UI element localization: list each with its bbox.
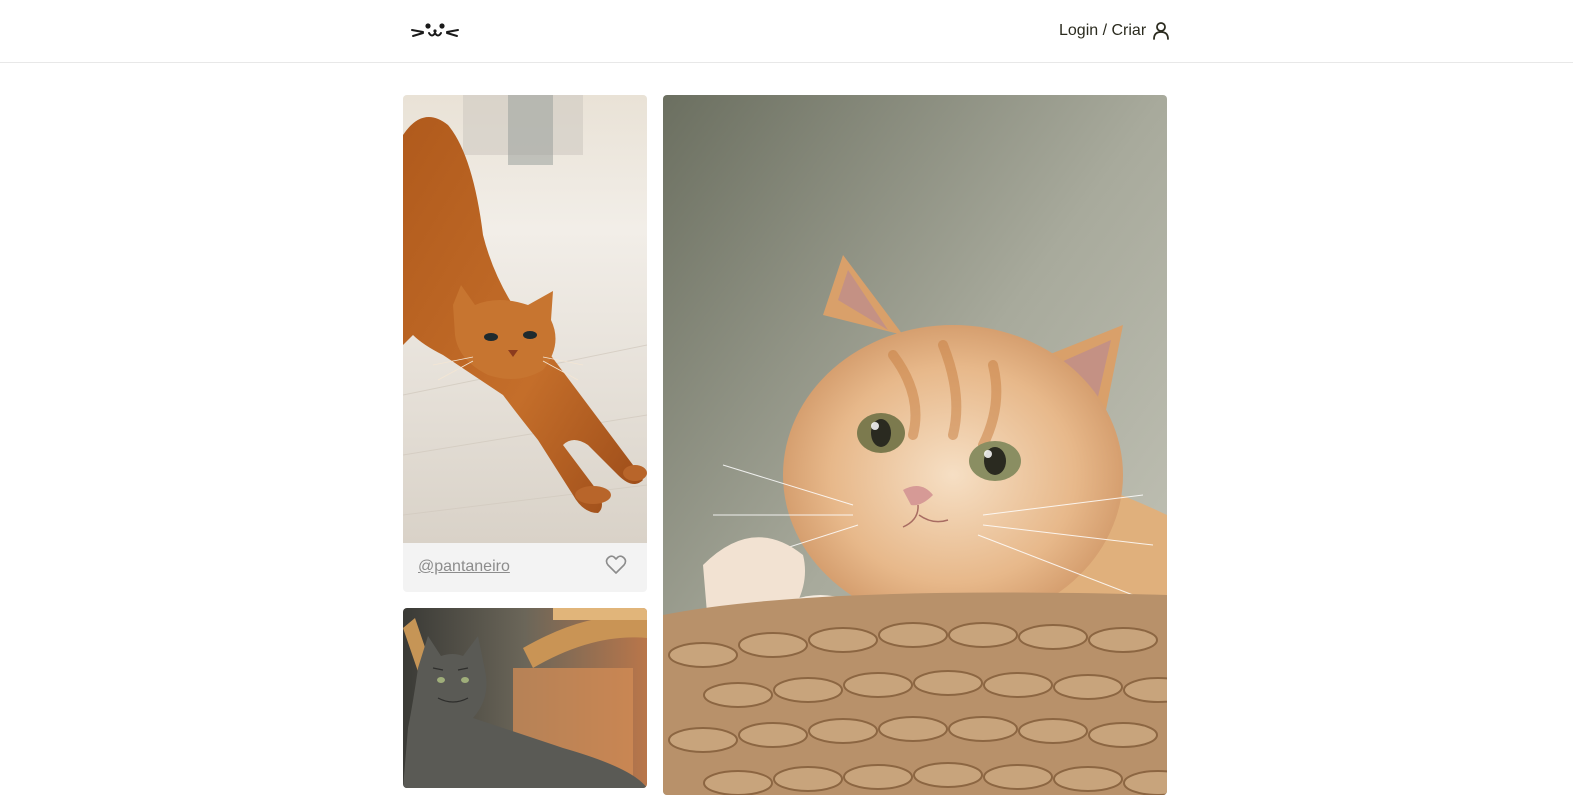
cat-face-logo-icon (411, 23, 459, 37)
post-photo-grey-tabby[interactable] (403, 608, 647, 788)
login-create-link[interactable]: Login / Criar (1059, 19, 1170, 43)
feed-card-1[interactable]: @pantaneiro (403, 95, 647, 592)
login-label: Login / Criar (1059, 22, 1147, 39)
post-photo-ginger-kitten[interactable] (663, 95, 1167, 795)
post-author-link[interactable]: @pantaneiro (418, 558, 510, 576)
post-photo-orange-cat[interactable] (403, 95, 647, 543)
logo-link[interactable] (410, 18, 460, 44)
user-icon (1152, 21, 1170, 41)
heart-outline-icon[interactable] (605, 555, 627, 575)
site-header: Login / Criar (0, 0, 1573, 63)
post-meta: @pantaneiro (403, 543, 647, 592)
